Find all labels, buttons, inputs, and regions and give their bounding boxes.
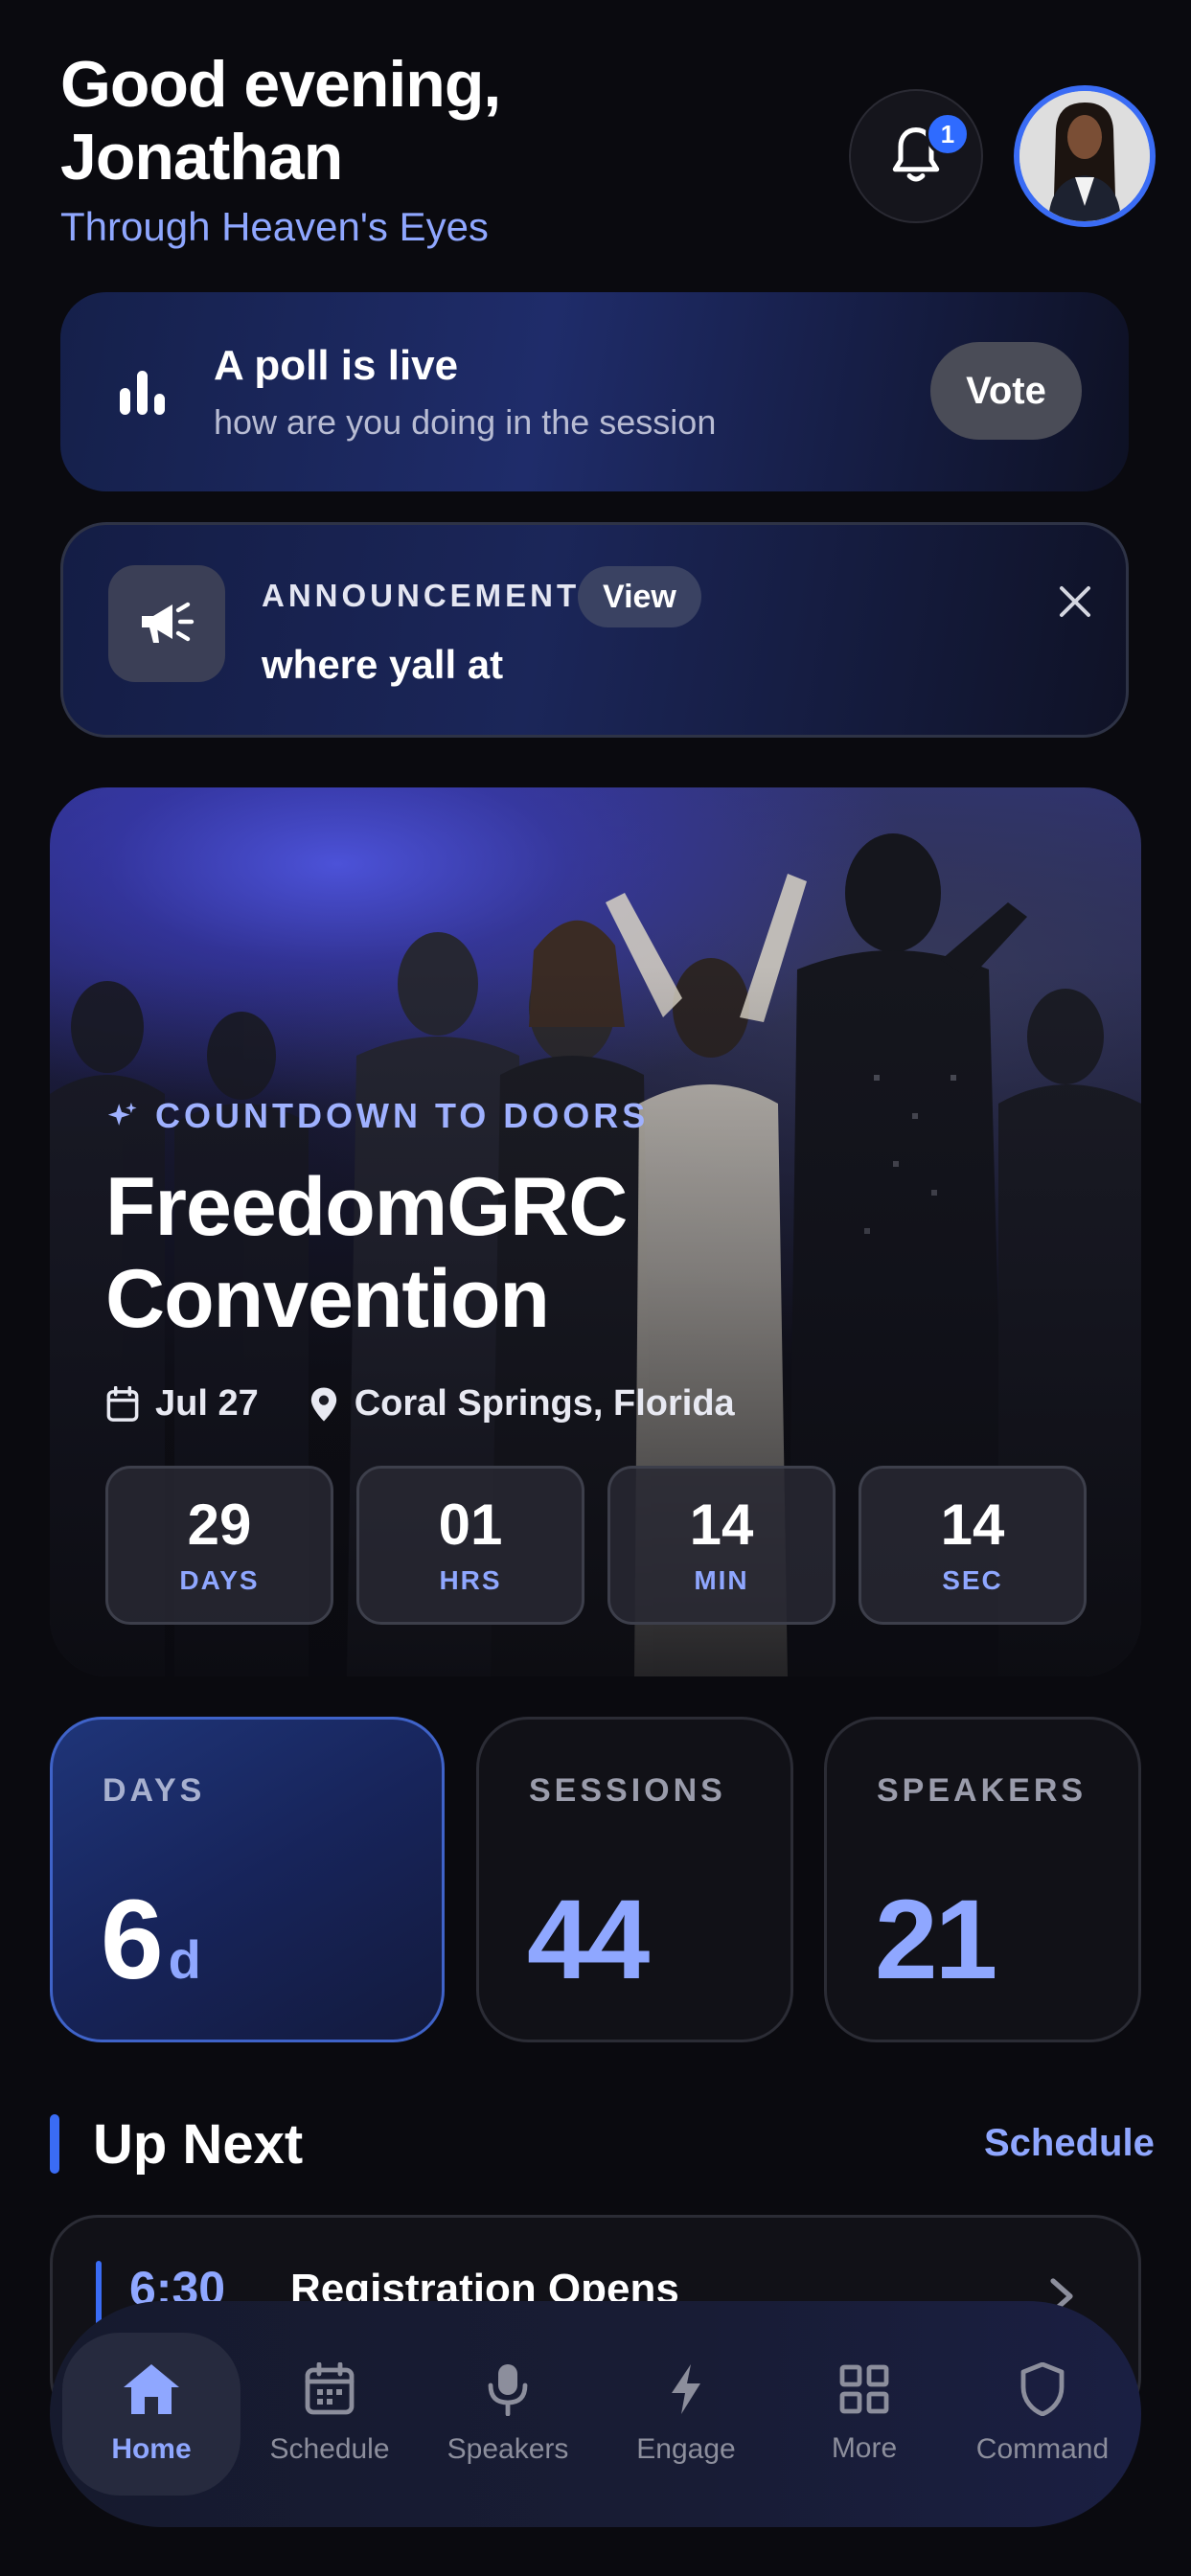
event-location-label: Coral Springs, Florida: [354, 1383, 735, 1424]
stat-number: 6: [101, 1877, 164, 2003]
announcement-banner[interactable]: ANNOUNCEMENT View where yall at: [60, 522, 1129, 738]
nav-schedule[interactable]: Schedule: [240, 2333, 419, 2496]
countdown-eyebrow-label: COUNTDOWN TO DOORS: [155, 1096, 650, 1135]
nav-more[interactable]: More: [775, 2333, 953, 2496]
up-next-heading: Up Next: [93, 2113, 304, 2176]
countdown-seconds: 14 SEC: [859, 1466, 1087, 1625]
nav-home[interactable]: Home: [62, 2333, 240, 2496]
announcement-text: where yall at: [262, 642, 504, 687]
session-accent-bar: [96, 2261, 102, 2328]
stat-label: SESSIONS: [529, 1772, 726, 1809]
megaphone-icon: [142, 602, 195, 643]
event-hero-card[interactable]: COUNTDOWN TO DOORS FreedomGRC Convention…: [50, 787, 1141, 1676]
calendar-icon: [106, 1385, 139, 1422]
countdown-value: 29: [187, 1493, 252, 1557]
location-pin-icon: [310, 1386, 336, 1422]
stat-label: DAYS: [103, 1772, 206, 1809]
nav-engage[interactable]: Engage: [597, 2333, 775, 2496]
stat-label: SPEAKERS: [877, 1772, 1088, 1809]
countdown-hours: 01 HRS: [356, 1466, 584, 1625]
nav-speakers[interactable]: Speakers: [419, 2333, 597, 2496]
section-accent-bar: [50, 2114, 59, 2174]
countdown-unit: HRS: [439, 1565, 502, 1595]
event-date-label: Jul 27: [155, 1383, 259, 1424]
microphone-icon: [488, 2364, 528, 2416]
nav-schedule-label: Schedule: [269, 2433, 390, 2465]
profile-photo: [1019, 91, 1150, 221]
poll-title: A poll is live: [214, 342, 459, 389]
countdown-minutes: 14 MIN: [607, 1466, 836, 1625]
countdown-value: 01: [438, 1493, 503, 1557]
event-subtitle: Through Heaven's Eyes: [60, 204, 489, 249]
notifications-button[interactable]: 1: [849, 89, 983, 223]
schedule-link[interactable]: Schedule: [984, 2122, 1155, 2165]
countdown-unit: DAYS: [179, 1565, 260, 1595]
event-location: Coral Springs, Florida: [309, 1383, 735, 1425]
countdown-value: 14: [940, 1493, 1005, 1557]
stat-sessions-card[interactable]: SESSIONS 44: [476, 1717, 793, 2042]
vote-button[interactable]: Vote: [930, 342, 1082, 440]
shield-icon: [1020, 2362, 1065, 2416]
nav-command[interactable]: Command: [953, 2333, 1132, 2496]
stat-speakers-card[interactable]: SPEAKERS 21: [824, 1717, 1141, 2042]
countdown-eyebrow: COUNTDOWN TO DOORS: [105, 1096, 649, 1136]
bar-chart-icon: [120, 371, 165, 415]
event-meta: Jul 27 Coral Springs, Florida: [105, 1383, 785, 1425]
lightning-icon: [672, 2364, 700, 2414]
stat-value: 6d: [101, 1882, 201, 2017]
nav-speakers-label: Speakers: [447, 2433, 569, 2465]
countdown-unit: MIN: [694, 1565, 749, 1595]
notification-badge: 1: [926, 112, 970, 156]
event-date: Jul 27: [105, 1383, 259, 1425]
nav-more-label: More: [831, 2432, 898, 2464]
countdown-days: 29 DAYS: [105, 1466, 333, 1625]
nav-command-label: Command: [975, 2433, 1110, 2465]
announcement-label: ANNOUNCEMENT: [262, 578, 581, 613]
countdown-unit: SEC: [942, 1565, 1003, 1595]
poll-subtitle: how are you doing in the session: [214, 402, 717, 442]
grid-icon: [839, 2364, 889, 2414]
stat-value: 44: [527, 1877, 650, 2003]
nav-engage-label: Engage: [636, 2433, 736, 2465]
event-title: FreedomGRC Convention: [105, 1161, 628, 1345]
countdown-value: 14: [689, 1493, 754, 1557]
countdown-timer: 29 DAYS 01 HRS 14 MIN 14 SEC: [105, 1466, 1087, 1625]
stat-days-card[interactable]: DAYS 6d: [50, 1717, 445, 2042]
announcement-view-button[interactable]: View: [578, 566, 701, 627]
greeting-title: Good evening, Jonathan: [60, 48, 501, 194]
calendar-icon: [305, 2362, 355, 2415]
close-icon[interactable]: [1048, 575, 1102, 628]
stat-unit: d: [168, 1929, 201, 1990]
poll-banner[interactable]: A poll is live how are you doing in the …: [60, 292, 1129, 491]
sparkle-icon: [107, 1102, 137, 1126]
announcement-icon-box: [108, 565, 225, 682]
avatar[interactable]: [1014, 85, 1156, 227]
nav-home-label: Home: [111, 2433, 192, 2465]
bottom-nav: Home Schedule Speakers Engage More Comma…: [50, 2301, 1141, 2527]
home-icon: [124, 2364, 179, 2414]
stat-value: 21: [875, 1877, 997, 2003]
